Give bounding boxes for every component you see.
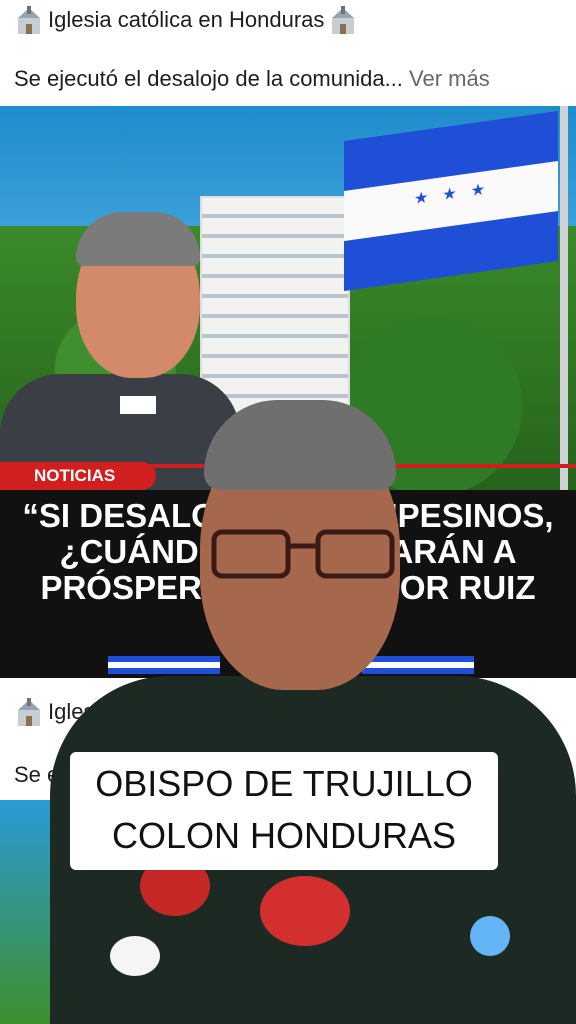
page-name-label[interactable]: Iglesia católica en Honduras — [48, 7, 324, 33]
flag-pole — [560, 106, 568, 526]
mini-flag-icon — [108, 656, 220, 674]
post-header: Iglesia católica en Honduras Se ejecutó … — [0, 0, 576, 106]
glasses-icon — [211, 529, 395, 579]
video-caption-overlay: OBISPO DE TRUJILLO COLON HONDURAS — [70, 752, 498, 870]
caption-text: Se ejecutó el desalojo de la comunida... — [14, 66, 403, 91]
mini-flag-icon — [362, 656, 474, 674]
honduras-flag-icon: ★★★ — [344, 110, 558, 292]
page-name-row[interactable]: Iglesia católica en Honduras — [14, 6, 358, 34]
priest-collar — [120, 396, 156, 414]
church-icon — [332, 6, 355, 34]
church-icon — [18, 698, 40, 726]
post-caption: Se ejecutó el desalojo de la comunida...… — [14, 66, 490, 92]
news-tag: NOTICIAS — [0, 462, 156, 490]
church-icon — [18, 6, 40, 34]
see-more-link[interactable]: Ver más — [403, 66, 490, 91]
